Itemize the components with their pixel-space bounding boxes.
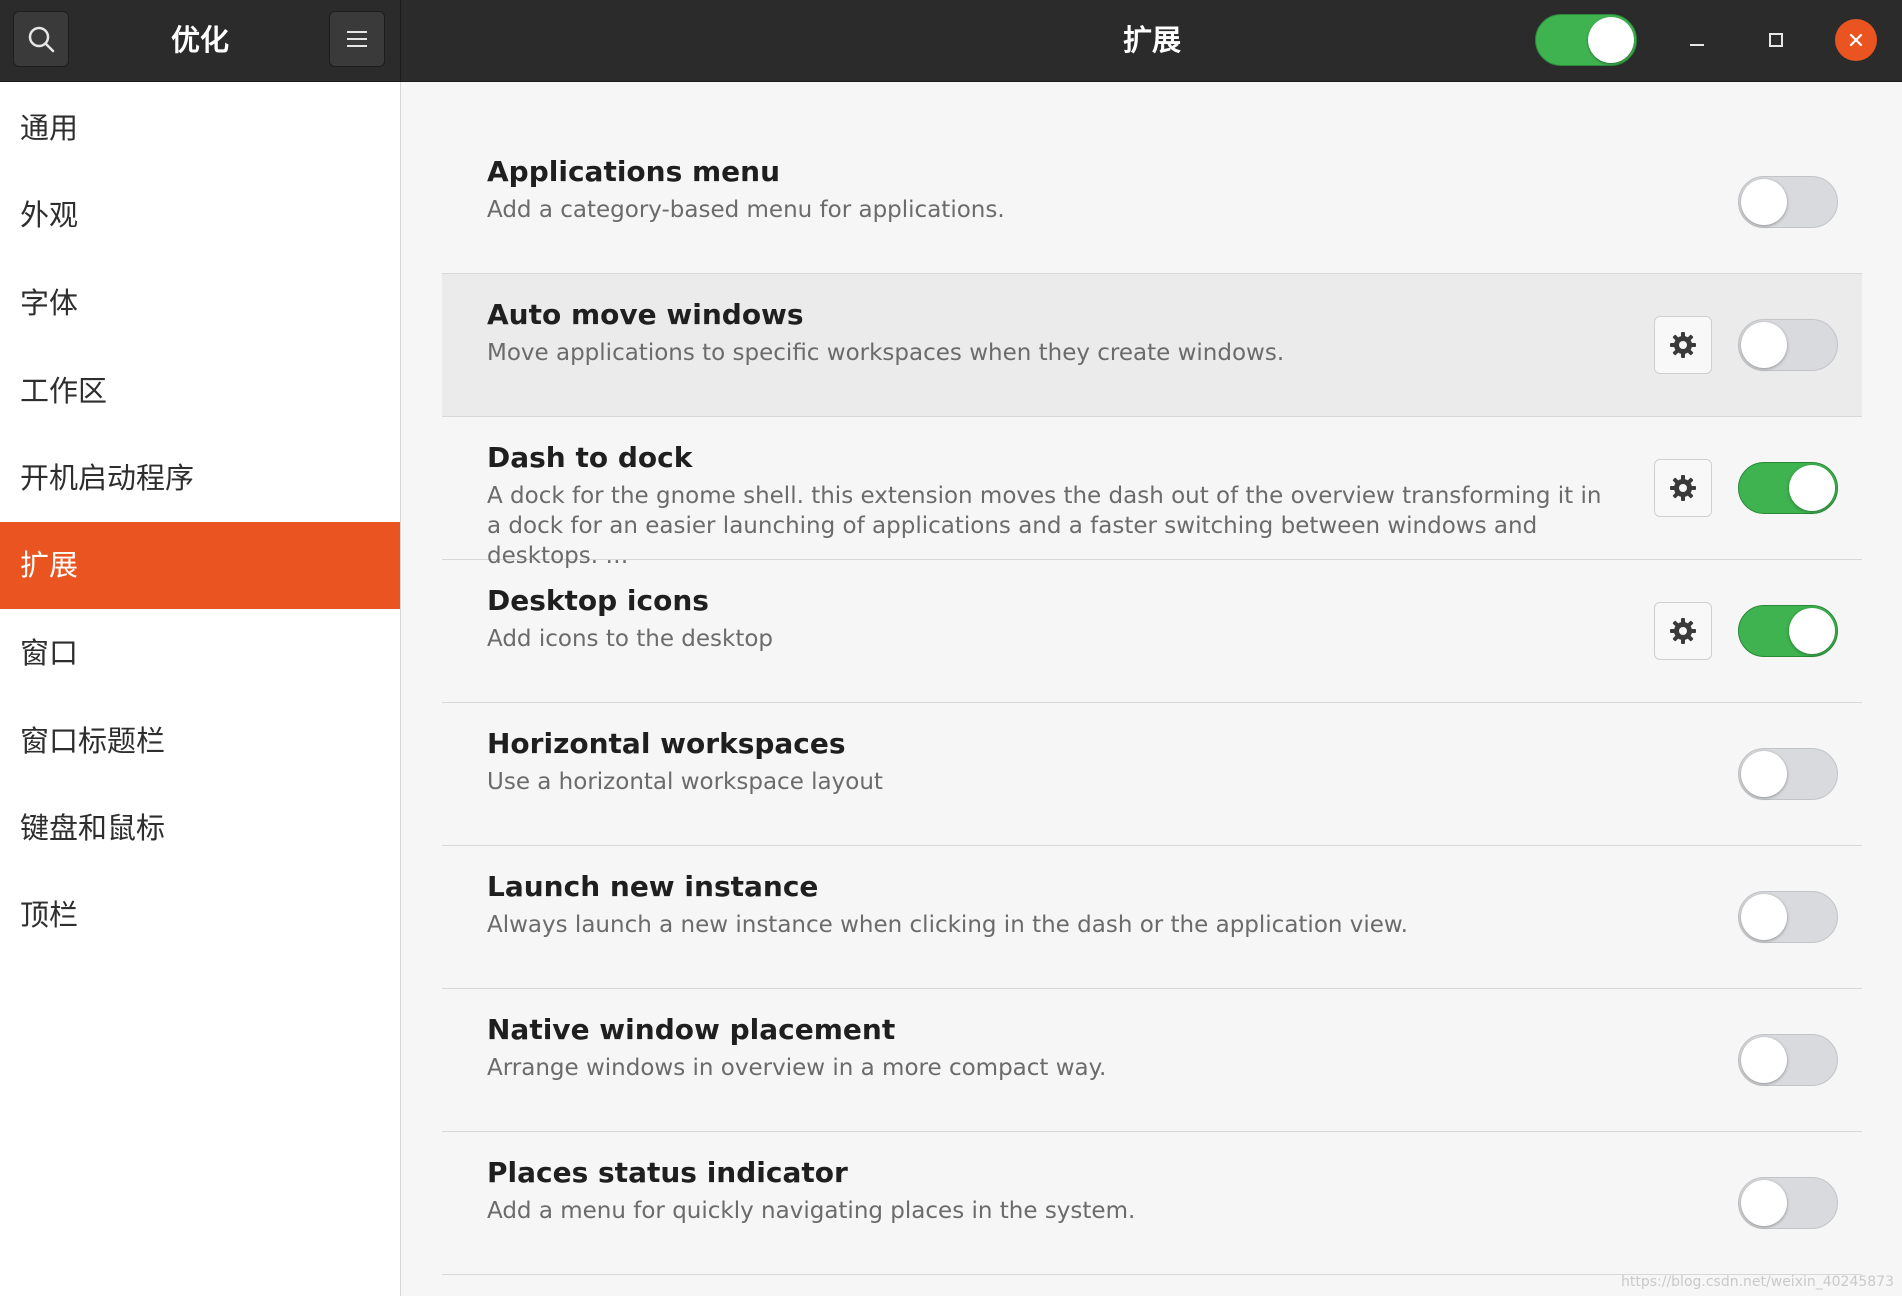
extensions-master-switch[interactable] [1535,14,1637,66]
extension-row-launch-new-instance: Launch new instance Always launch a new … [442,846,1862,989]
extension-toggle[interactable] [1738,1177,1838,1229]
header-left-pane: 优化 [0,0,401,81]
extension-description: Use a horizontal workspace layout [487,769,883,795]
extension-toggle[interactable] [1738,176,1838,228]
sidebar: 通用 外观 字体 工作区 开机启动程序 扩展 窗口 窗口标题栏 键盘和鼠标 顶栏 [0,82,401,1296]
sidebar-item-window-titlebars[interactable]: 窗口标题栏 [0,698,400,785]
extension-toggle[interactable] [1738,891,1838,943]
sidebar-item-windows[interactable]: 窗口 [0,610,400,697]
sidebar-item-startup-apps[interactable]: 开机启动程序 [0,435,400,522]
extension-title: Applications menu [487,155,781,188]
switch-knob [1741,1180,1787,1226]
switch-knob [1789,608,1835,654]
extension-settings-button[interactable] [1654,602,1712,660]
extension-description: Add icons to the desktop [487,626,774,652]
page-title: 扩展 [1122,23,1181,57]
gear-icon [1670,332,1696,358]
extension-toggle[interactable] [1738,462,1838,514]
extension-description: Arrange windows in overview in a more co… [487,1055,1107,1081]
switch-knob [1741,894,1787,940]
hamburger-menu-button[interactable] [329,11,385,67]
minimize-button[interactable] [1676,19,1718,61]
sidebar-item-fonts[interactable]: 字体 [0,260,400,347]
extension-row-horizontal-workspaces: Horizontal workspaces Use a horizontal w… [442,703,1862,846]
extension-description: Always launch a new instance when clicki… [487,912,1408,938]
close-button[interactable] [1835,19,1877,61]
extension-settings-button[interactable] [1654,459,1712,517]
extension-toggle[interactable] [1738,1034,1838,1086]
sidebar-item-general[interactable]: 通用 [0,85,400,172]
sidebar-item-extensions[interactable]: 扩展 [0,522,400,609]
extension-row-places-status-indicator: Places status indicator Add a menu for q… [442,1132,1862,1275]
extension-row-dash-to-dock: Dash to dock A dock for the gnome shell.… [442,417,1862,569]
extension-toggle[interactable] [1738,605,1838,657]
minimize-icon [1690,44,1704,46]
extension-title: Desktop icons [487,584,709,617]
extension-toggle[interactable] [1738,319,1838,371]
maximize-icon [1769,33,1783,47]
switch-knob [1741,322,1787,368]
switch-knob [1588,17,1634,63]
search-icon [28,26,55,53]
close-icon [1849,33,1863,47]
extensions-list: Applications menu Add a category-based m… [401,82,1902,1296]
sidebar-item-keyboard-mouse[interactable]: 键盘和鼠标 [0,785,400,872]
extension-title: Dash to dock [487,441,693,474]
extension-title: Auto move windows [487,298,804,331]
app-title: 优化 [170,23,229,57]
extension-toggle[interactable] [1738,748,1838,800]
maximize-button[interactable] [1755,19,1797,61]
sidebar-item-appearance[interactable]: 外观 [0,172,400,259]
extension-row-auto-move-windows: Auto move windows Move applications to s… [442,274,1862,417]
sidebar-item-top-bar[interactable]: 顶栏 [0,872,400,959]
extension-row-native-window-placement: Native window placement Arrange windows … [442,989,1862,1132]
switch-knob [1741,1037,1787,1083]
extension-row-applications-menu: Applications menu Add a category-based m… [442,131,1862,274]
gear-icon [1670,475,1696,501]
switch-knob [1789,465,1835,511]
extension-description: Add a category-based menu for applicatio… [487,197,1005,223]
extension-description: Add a menu for quickly navigating places… [487,1198,1136,1224]
header-bar: 优化 扩展 [0,0,1902,82]
watermark: https://blog.csdn.net/weixin_40245873 [1620,1274,1894,1290]
extension-settings-button[interactable] [1654,316,1712,374]
gear-icon [1670,618,1696,644]
extension-row-desktop-icons: Desktop icons Add icons to the desktop [442,560,1862,703]
search-button[interactable] [13,11,69,67]
extension-title: Places status indicator [487,1156,848,1189]
extension-description: A dock for the gnome shell. this extensi… [487,483,1602,569]
extension-title: Launch new instance [487,870,819,903]
sidebar-item-workspaces[interactable]: 工作区 [0,348,400,435]
hamburger-icon [347,31,367,47]
switch-knob [1741,179,1787,225]
switch-knob [1741,751,1787,797]
extension-description: Move applications to specific workspaces… [487,340,1285,366]
extension-title: Native window placement [487,1013,896,1046]
extension-title: Horizontal workspaces [487,727,846,760]
